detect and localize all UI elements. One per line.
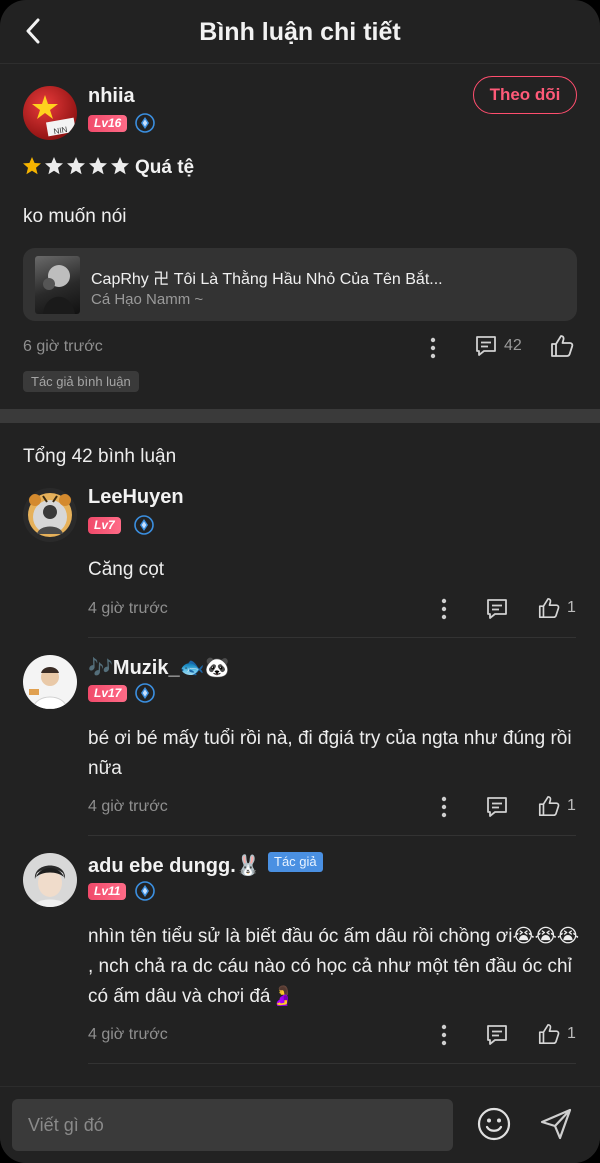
- comment-time: 4 giờ trước: [88, 600, 168, 617]
- comment-detail-screen: Bình luận chi tiết NIN nhiia Lv16 Theo d…: [0, 0, 600, 1163]
- more-options-button[interactable]: [436, 795, 452, 819]
- like-button[interactable]: 1: [537, 596, 576, 620]
- thumbs-up-icon: [551, 335, 574, 357]
- like-button[interactable]: [549, 333, 575, 359]
- total-comments: Tổng 42 bình luận: [23, 446, 177, 467]
- like-count: 1: [567, 797, 576, 814]
- more-options-button[interactable]: [436, 597, 452, 621]
- reply-button[interactable]: [485, 1023, 509, 1047]
- page-title: Bình luận chi tiết: [199, 18, 401, 46]
- comment-composer: [0, 1086, 600, 1163]
- more-options-button[interactable]: [436, 1023, 452, 1047]
- verified-icon: [134, 515, 154, 535]
- more-vertical-icon: [441, 796, 447, 818]
- comment-icon: [487, 599, 507, 619]
- like-button[interactable]: 1: [537, 794, 576, 818]
- commenter-username[interactable]: 🎶Muzik_🐟🐼: [88, 655, 229, 680]
- level-badge: Lv17: [88, 685, 128, 702]
- reviewer-avatar[interactable]: NIN: [23, 86, 77, 140]
- comment-icon: [487, 797, 507, 817]
- review-time: 6 giờ trước: [23, 338, 103, 355]
- section-divider: [0, 409, 600, 423]
- reply-button[interactable]: [485, 795, 509, 819]
- commenter-username[interactable]: LeeHuyen: [88, 486, 184, 509]
- comment-icon: [476, 336, 496, 356]
- rating-stars: [22, 156, 130, 176]
- comment-text: bé ơi bé mấy tuổi rồi nà, đi đgiá try củ…: [88, 728, 572, 779]
- commenter-avatar[interactable]: [23, 488, 77, 542]
- star-empty-icon: [89, 157, 107, 175]
- commenter-avatar[interactable]: [23, 655, 77, 709]
- more-options-button[interactable]: [425, 336, 441, 360]
- send-icon: [540, 1108, 572, 1140]
- commenter-username[interactable]: adu ebe dungg.🐰: [88, 853, 261, 878]
- like-button[interactable]: 1: [537, 1022, 576, 1046]
- like-count: 1: [567, 1025, 576, 1042]
- reply-button[interactable]: [485, 597, 509, 621]
- thumbs-up-icon: [538, 597, 560, 619]
- level-badge: Lv7: [88, 517, 121, 534]
- like-count: 1: [567, 599, 576, 616]
- follow-button[interactable]: Theo dõi: [473, 76, 577, 114]
- star-empty-icon: [45, 157, 63, 175]
- book-title: CapRhy 卍 Tôi Là Thằng Hầu Nhỏ Của Tên Bắ…: [91, 271, 443, 288]
- comment-text: nhìn tên tiểu sử là biết đầu óc ấm dâu r…: [88, 926, 580, 1007]
- verified-icon: [135, 683, 155, 703]
- top-bar: Bình luận chi tiết: [0, 0, 600, 64]
- commenter-avatar[interactable]: [23, 853, 77, 907]
- comment-input[interactable]: [12, 1099, 453, 1151]
- star-empty-icon: [67, 157, 85, 175]
- send-button[interactable]: [538, 1106, 574, 1142]
- comment-time: 4 giờ trước: [88, 1026, 168, 1043]
- star-filled-icon: [23, 157, 41, 175]
- more-vertical-icon: [441, 598, 447, 620]
- thumbs-up-icon: [538, 1023, 560, 1045]
- book-card[interactable]: CapRhy 卍 Tôi Là Thằng Hầu Nhỏ Của Tên Bắ…: [23, 248, 577, 321]
- verified-icon: [135, 113, 155, 133]
- comment-input-wrapper: [12, 1099, 453, 1151]
- comment-separator: [88, 1063, 576, 1064]
- comment-text: Căng cọt: [88, 559, 165, 580]
- book-cover: [35, 256, 80, 314]
- book-author: Cá Hạo Namm ~: [91, 291, 204, 308]
- author-tag: Tác giả: [268, 852, 323, 872]
- level-badge: Lv11: [88, 883, 127, 900]
- more-vertical-icon: [430, 337, 436, 359]
- reply-count: 42: [504, 337, 522, 354]
- star-empty-icon: [111, 157, 129, 175]
- comment-icon: [487, 1025, 507, 1045]
- emoji-button[interactable]: [477, 1107, 511, 1141]
- rating-label: Quá tệ: [135, 157, 195, 178]
- comment-time: 4 giờ trước: [88, 798, 168, 815]
- reply-count-button[interactable]: 42: [474, 334, 522, 358]
- comment-separator: [88, 835, 576, 836]
- level-badge: Lv16: [88, 115, 128, 132]
- thumbs-up-icon: [538, 795, 560, 817]
- comment-separator: [88, 637, 576, 638]
- smiley-icon: [477, 1107, 511, 1141]
- author-comment-badge: Tác giả bình luận: [23, 371, 139, 392]
- reviewer-username[interactable]: nhiia: [88, 85, 135, 108]
- more-vertical-icon: [441, 1024, 447, 1046]
- verified-icon: [135, 881, 155, 901]
- review-text: ko muốn nói: [23, 206, 127, 227]
